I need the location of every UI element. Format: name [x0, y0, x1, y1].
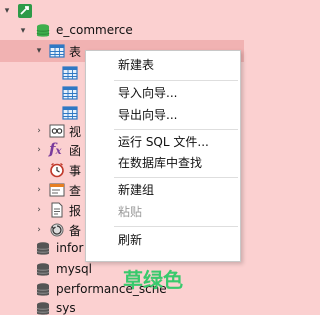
table-icon [49, 44, 65, 58]
expand-arrow-icon[interactable]: › [33, 144, 45, 156]
event-icon [50, 162, 64, 178]
query-icon [49, 183, 65, 197]
database-icon [36, 302, 50, 315]
menu-separator [114, 129, 238, 130]
database-icon [36, 242, 50, 255]
queries-folder-label: 查 [69, 184, 82, 198]
database-icon [36, 24, 50, 37]
menu-item-refresh[interactable]: 刷新 [86, 229, 240, 251]
tables-folder-label: 表 [69, 45, 82, 59]
menu-item-new-group[interactable]: 新建组 [86, 179, 240, 201]
expand-arrow-icon[interactable]: › [33, 224, 45, 236]
backup-icon [50, 223, 64, 237]
menu-item-new-table[interactable]: 新建表 [86, 54, 240, 76]
table-icon [62, 66, 78, 80]
table-icon [62, 106, 78, 120]
menu-item-import-wizard[interactable]: 导入向导... [86, 82, 240, 104]
menu-item-find-in-database[interactable]: 在数据库中查找 [86, 152, 240, 174]
database-label: infor [56, 241, 84, 255]
expand-arrow-icon[interactable]: › [33, 184, 45, 196]
database-label: sys [56, 301, 76, 315]
database-row[interactable]: mysql [0, 259, 244, 281]
views-folder-label: 视 [69, 125, 82, 139]
function-icon: fx [49, 140, 62, 158]
table-icon [62, 86, 78, 100]
expand-arrow-icon[interactable]: › [33, 164, 45, 176]
events-folder-label: 事 [69, 164, 82, 178]
menu-separator [114, 80, 238, 81]
menu-item-run-sql-file[interactable]: 运行 SQL 文件... [86, 131, 240, 153]
database-icon [36, 283, 50, 296]
reports-folder-label: 报 [69, 204, 82, 218]
collapse-arrow-icon[interactable]: ▾ [33, 45, 45, 57]
view-icon [49, 124, 65, 138]
database-label: mysql [56, 262, 92, 276]
backups-folder-label: 备 [69, 224, 82, 238]
expand-arrow-icon[interactable]: › [33, 125, 45, 137]
collapse-arrow-icon[interactable]: ▾ [17, 25, 29, 37]
database-label: e_commerce [56, 23, 133, 37]
report-icon [51, 202, 63, 218]
menu-separator [114, 226, 238, 227]
database-icon [36, 263, 50, 276]
functions-folder-label: 函 [69, 144, 82, 158]
database-row-e-commerce[interactable]: ▾ e_commerce [0, 20, 244, 42]
context-menu: 新建表 导入向导... 导出向导... 运行 SQL 文件... 在数据库中查找… [85, 50, 241, 262]
menu-item-paste: 粘贴 [118, 205, 143, 219]
menu-separator [114, 177, 238, 178]
connection-icon [18, 4, 32, 18]
connection-row[interactable]: ▾ [0, 0, 244, 22]
expand-arrow-icon[interactable]: › [33, 204, 45, 216]
color-name-label: 草绿色 [123, 268, 183, 292]
menu-item-export-wizard[interactable]: 导出向导... [86, 104, 240, 126]
database-row[interactable]: sys [0, 298, 244, 315]
collapse-arrow-icon[interactable]: ▾ [1, 5, 13, 17]
